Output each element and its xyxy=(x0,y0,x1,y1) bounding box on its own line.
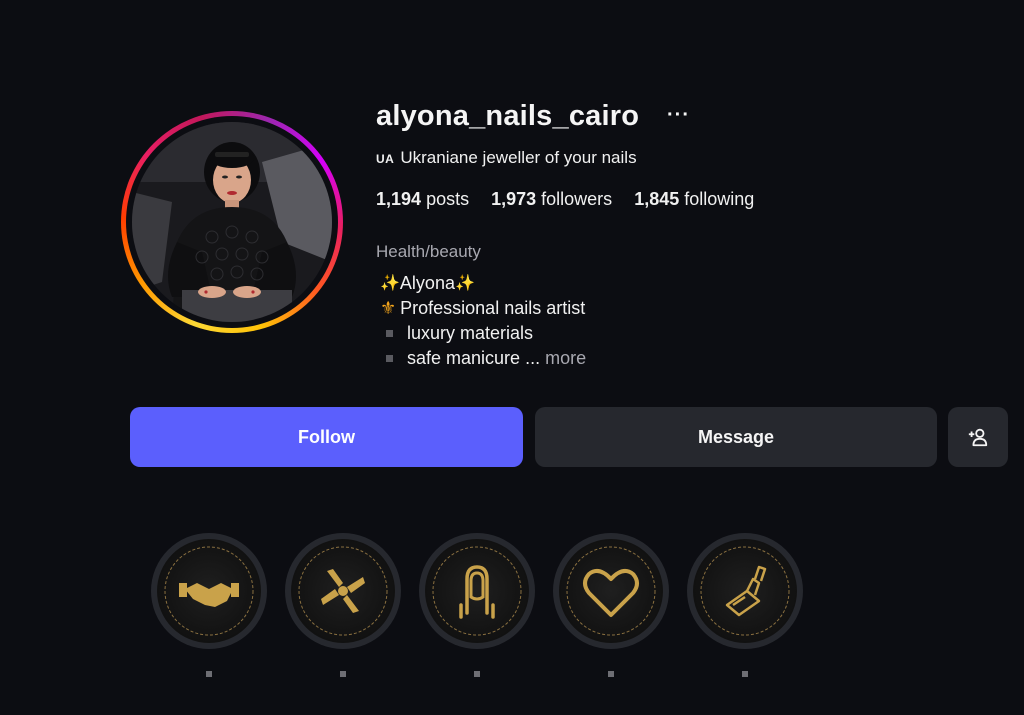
posts-stat[interactable]: 1,194 posts xyxy=(376,189,469,210)
followers-count: 1,973 xyxy=(491,189,537,209)
highlight-label xyxy=(742,671,748,677)
sparkles-icon: ✨ xyxy=(380,275,400,292)
bio-ellipsis: ... xyxy=(520,348,546,368)
profile-stats: 1,194 posts 1,973 followers 1,845 follow… xyxy=(376,189,754,210)
highlight-label xyxy=(608,671,614,677)
person-add-icon xyxy=(968,428,988,447)
posts-count: 1,194 xyxy=(376,189,422,209)
highlight-item[interactable] xyxy=(553,533,673,683)
nail-polish-icon xyxy=(700,546,790,636)
followers-label: followers xyxy=(541,189,613,209)
highlight-label xyxy=(474,671,480,677)
followers-stat[interactable]: 1,973 followers xyxy=(491,189,612,210)
highlight-label xyxy=(340,671,346,677)
add-user-button[interactable] xyxy=(948,407,1008,467)
bio-more-link[interactable]: more xyxy=(545,346,586,371)
nail-icon xyxy=(432,546,522,636)
following-stat[interactable]: 1,845 following xyxy=(634,189,754,210)
following-label: following xyxy=(684,189,755,209)
handshake-icon xyxy=(164,546,254,636)
highlight-item[interactable] xyxy=(285,533,405,683)
posts-label: posts xyxy=(426,189,470,209)
profile-tagline: UA Ukraniane jeweller of your nails xyxy=(376,148,637,168)
following-count: 1,845 xyxy=(634,189,680,209)
follow-button[interactable]: Follow xyxy=(130,407,523,467)
fleur-de-lis-icon: ⚜ xyxy=(380,298,397,318)
highlight-item[interactable] xyxy=(419,533,539,683)
bio-line-materials: luxury materials xyxy=(380,321,586,346)
bio-profession: Professional nails artist xyxy=(400,298,586,318)
profile-bio: ✨ Alyona ✨ ⚜ Professional nails artist luxu… xyxy=(380,271,586,371)
bio-line-name: ✨ Alyona ✨ xyxy=(380,271,586,296)
bullet-icon xyxy=(386,355,393,362)
profile-category: Health/beauty xyxy=(376,242,481,261)
bio-line-safety: safe manicure ... more xyxy=(380,346,586,371)
highlight-label xyxy=(206,671,212,677)
avatar-person-illustration xyxy=(132,122,332,322)
message-button[interactable]: Message xyxy=(535,407,937,467)
flag-ua-icon: UA xyxy=(376,152,395,166)
highlight-item[interactable] xyxy=(151,533,271,683)
bio-name: Alyona xyxy=(399,273,455,293)
tagline-text: Ukraniane jeweller of your nails xyxy=(400,148,637,167)
avatar-photo xyxy=(132,122,332,322)
bio-line-profession: ⚜ Professional nails artist xyxy=(380,296,586,321)
hands-together-icon xyxy=(298,546,388,636)
more-options-icon[interactable]: ··· xyxy=(667,104,690,127)
bio-safety: safe manicure xyxy=(407,348,521,368)
profile-username: alyona_nails_cairo xyxy=(376,100,640,132)
highlight-item[interactable] xyxy=(687,533,807,683)
heart-icon xyxy=(566,546,656,636)
profile-avatar[interactable] xyxy=(121,111,343,333)
profile-page: alyona_nails_cairo ··· UA Ukraniane jewel… xyxy=(0,0,1024,715)
sparkles-icon: ✨ xyxy=(454,275,475,292)
bio-materials: luxury materials xyxy=(407,323,534,343)
bullet-icon xyxy=(386,330,393,337)
